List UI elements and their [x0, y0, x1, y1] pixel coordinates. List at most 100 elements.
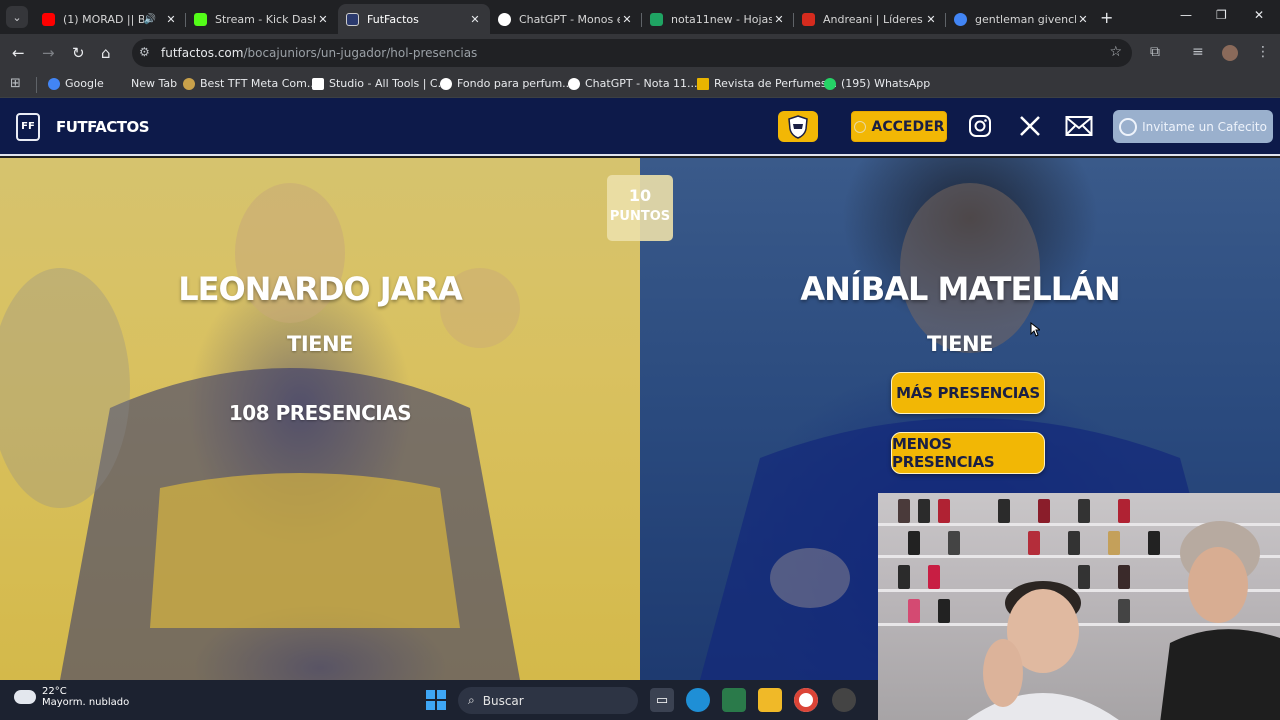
- app-icon[interactable]: [722, 688, 746, 712]
- extensions-icon[interactable]: ⧉: [1150, 44, 1160, 60]
- tab-morad[interactable]: (1) MORAD || BZR 🔊 ✕: [34, 4, 186, 34]
- youtube-icon: [42, 12, 55, 26]
- chrome-icon[interactable]: [794, 688, 818, 712]
- left-player-name: LEONARDO JARA: [178, 270, 463, 308]
- bookmark-star-icon[interactable]: ☆: [1109, 44, 1122, 60]
- mouse-cursor-icon: [1030, 322, 1040, 337]
- obs-icon[interactable]: [832, 688, 856, 712]
- tab-title: gentleman givenchy: [975, 12, 1076, 26]
- bookmark-chatgpt[interactable]: ChatGPT - Nota 11...: [568, 77, 698, 90]
- tab-chatgpt[interactable]: ChatGPT - Monos en ✕: [490, 4, 642, 34]
- bookmark-new-tab[interactable]: New Tab: [131, 77, 177, 90]
- browser-tab-strip: ⌄ (1) MORAD || BZR 🔊 ✕ Stream - Kick Das…: [0, 0, 1280, 34]
- file-explorer-icon[interactable]: [758, 688, 782, 712]
- restore-icon[interactable]: ❐: [1216, 8, 1227, 22]
- score-badge: 10 PUNTOS: [607, 175, 673, 241]
- tab-title: (1) MORAD || BZR: [63, 12, 144, 26]
- home-icon[interactable]: ⌂: [101, 44, 111, 62]
- cafecito-button[interactable]: Invitame un Cafecito: [1113, 110, 1273, 143]
- edge-icon[interactable]: [686, 688, 710, 712]
- left-tiene-label: TIENE: [287, 332, 353, 356]
- close-icon[interactable]: ✕: [1076, 13, 1090, 26]
- tft-icon: [183, 77, 195, 90]
- chrome-menu-icon[interactable]: ⋮: [1256, 44, 1270, 60]
- bookmark-whatsapp[interactable]: (195) WhatsApp: [824, 77, 930, 90]
- streamer-person: [967, 581, 1119, 720]
- window-close-icon[interactable]: ✕: [1254, 8, 1264, 22]
- sheets-icon: [650, 12, 663, 26]
- google-icon: [954, 12, 967, 26]
- new-tab-button[interactable]: +: [1100, 8, 1113, 27]
- login-button[interactable]: ACCEDER: [851, 111, 947, 142]
- tab-title: Stream - Kick Dashboard: [215, 12, 316, 26]
- kick-icon: [194, 12, 207, 26]
- mail-icon[interactable]: [1065, 112, 1093, 140]
- futfactos-icon: [346, 12, 359, 26]
- media-control-icon[interactable]: ≡: [1192, 44, 1204, 60]
- instagram-icon[interactable]: [966, 112, 994, 140]
- tab-list: (1) MORAD || BZR 🔊 ✕ Stream - Kick Dashb…: [34, 4, 1098, 34]
- weather-description: Mayorm. nublado: [42, 697, 130, 708]
- chatgpt-icon: [568, 77, 580, 90]
- back-arrow-icon[interactable]: ←: [12, 44, 25, 62]
- tab-kick[interactable]: Stream - Kick Dashboard ✕: [186, 4, 338, 34]
- bookmark-studio[interactable]: Studio - All Tools | C...: [312, 77, 448, 90]
- team-shield-button[interactable]: [778, 111, 818, 142]
- whatsapp-icon: [824, 77, 836, 90]
- task-view-icon[interactable]: ▭: [650, 688, 674, 712]
- temperature-text: 22°C: [42, 686, 67, 697]
- close-icon[interactable]: ✕: [772, 13, 786, 26]
- andreani-icon: [802, 12, 815, 26]
- tab-sheets[interactable]: nota11new - Hojas de ✕: [642, 4, 794, 34]
- browser-toolbar: ← → ↻ ⌂ ⚙ futfactos.com/bocajuniors/un-j…: [0, 34, 1280, 72]
- x-twitter-icon[interactable]: [1016, 112, 1044, 140]
- forward-arrow-icon[interactable]: →: [42, 44, 55, 62]
- apps-grid-icon[interactable]: ⊞: [10, 76, 21, 91]
- tab-andreani[interactable]: Andreani | Líderes en ✕: [794, 4, 946, 34]
- windows-start-icon[interactable]: [426, 690, 446, 710]
- bookmarks-bar: ⊞ Google New Tab Best TFT Meta Com... St…: [0, 72, 1280, 98]
- minimize-icon[interactable]: —: [1180, 8, 1192, 22]
- left-player-stat: 108 PRESENCIAS: [228, 401, 412, 425]
- cloudy-weather-icon: [10, 684, 36, 704]
- webcam-overlay: [878, 493, 1280, 720]
- second-person: [1160, 521, 1280, 720]
- url-text: futfactos.com/bocajuniors/un-jugador/hol…: [161, 46, 478, 60]
- search-placeholder: Buscar: [482, 693, 524, 708]
- profile-avatar[interactable]: [1222, 45, 1238, 61]
- site-logo-text[interactable]: FUTFACTOS: [56, 118, 150, 136]
- bookmark-fondo[interactable]: Fondo para perfum...: [440, 77, 573, 90]
- bookmark-revista[interactable]: Revista de Perfumes...: [697, 77, 837, 90]
- chatgpt-icon: [440, 77, 452, 90]
- flag-icon: [697, 77, 709, 90]
- more-appearances-button[interactable]: MÁS PRESENCIAS: [891, 372, 1045, 414]
- studio-icon: [312, 77, 324, 90]
- close-icon[interactable]: ✕: [620, 13, 634, 26]
- tab-title: ChatGPT - Monos en: [519, 12, 620, 26]
- audio-icon[interactable]: 🔊: [144, 14, 156, 25]
- cafecito-label: Invitame un Cafecito: [1142, 119, 1267, 134]
- tab-futfactos[interactable]: FutFactos ✕: [338, 4, 490, 34]
- reload-icon[interactable]: ↻: [72, 44, 85, 62]
- tab-google-search[interactable]: gentleman givenchy ✕: [946, 4, 1098, 34]
- futfactos-logo-icon[interactable]: FF: [16, 113, 40, 141]
- close-icon[interactable]: ✕: [924, 13, 938, 26]
- site-info-icon[interactable]: ⚙: [139, 45, 150, 59]
- taskbar-search[interactable]: ⌕ Buscar: [458, 687, 638, 714]
- address-bar[interactable]: ⚙ futfactos.com/bocajuniors/un-jugador/h…: [132, 39, 1132, 67]
- tab-title: nota11new - Hojas de: [671, 12, 772, 26]
- close-icon[interactable]: ✕: [164, 13, 178, 26]
- tab-title: Andreani | Líderes en: [823, 12, 924, 26]
- site-header: FF FUTFACTOS ACCEDER Invitame un Cafecit…: [0, 98, 1280, 156]
- left-player-panel: LEONARDO JARA TIENE 108 PRESENCIAS: [0, 158, 640, 680]
- bookmark-tft[interactable]: Best TFT Meta Com...: [183, 77, 317, 90]
- close-icon[interactable]: ✕: [316, 13, 330, 26]
- windows-taskbar: 22°C Mayorm. nublado ⌕ Buscar ▭: [0, 680, 878, 720]
- tab-search-button[interactable]: ⌄: [6, 6, 28, 28]
- weather-widget[interactable]: 22°C Mayorm. nublado: [10, 684, 130, 708]
- close-icon[interactable]: ✕: [468, 13, 482, 26]
- right-tiene-label: TIENE: [927, 332, 993, 356]
- fewer-appearances-button[interactable]: MENOS PRESENCIAS: [891, 432, 1045, 474]
- bookmark-google[interactable]: Google: [48, 77, 104, 90]
- user-icon: [853, 120, 866, 133]
